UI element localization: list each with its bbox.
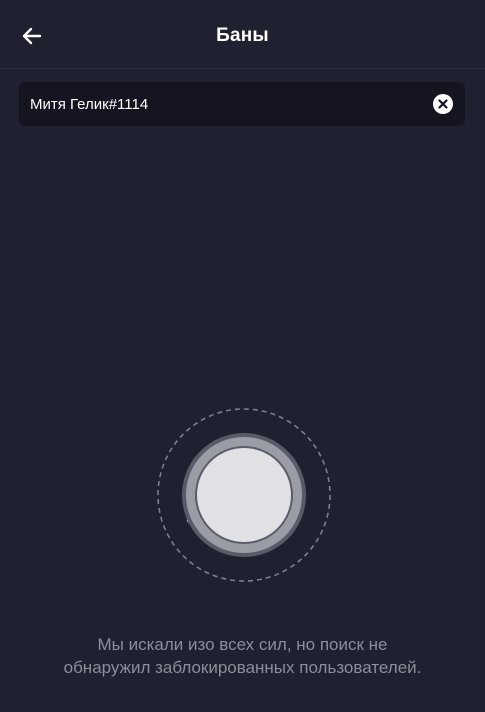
page-title: Баны xyxy=(216,25,269,46)
clear-circle-x-icon[interactable] xyxy=(433,94,453,114)
bans-screen: Баны Мы искали изо всех сил, но поиск не… xyxy=(0,0,485,712)
search-bar xyxy=(19,82,465,126)
search-input[interactable] xyxy=(30,82,420,126)
empty-message: Мы искали изо всех сил, но поиск не обна… xyxy=(63,635,422,677)
header: Баны xyxy=(0,0,485,69)
magnifying-glass-icon xyxy=(157,408,331,582)
